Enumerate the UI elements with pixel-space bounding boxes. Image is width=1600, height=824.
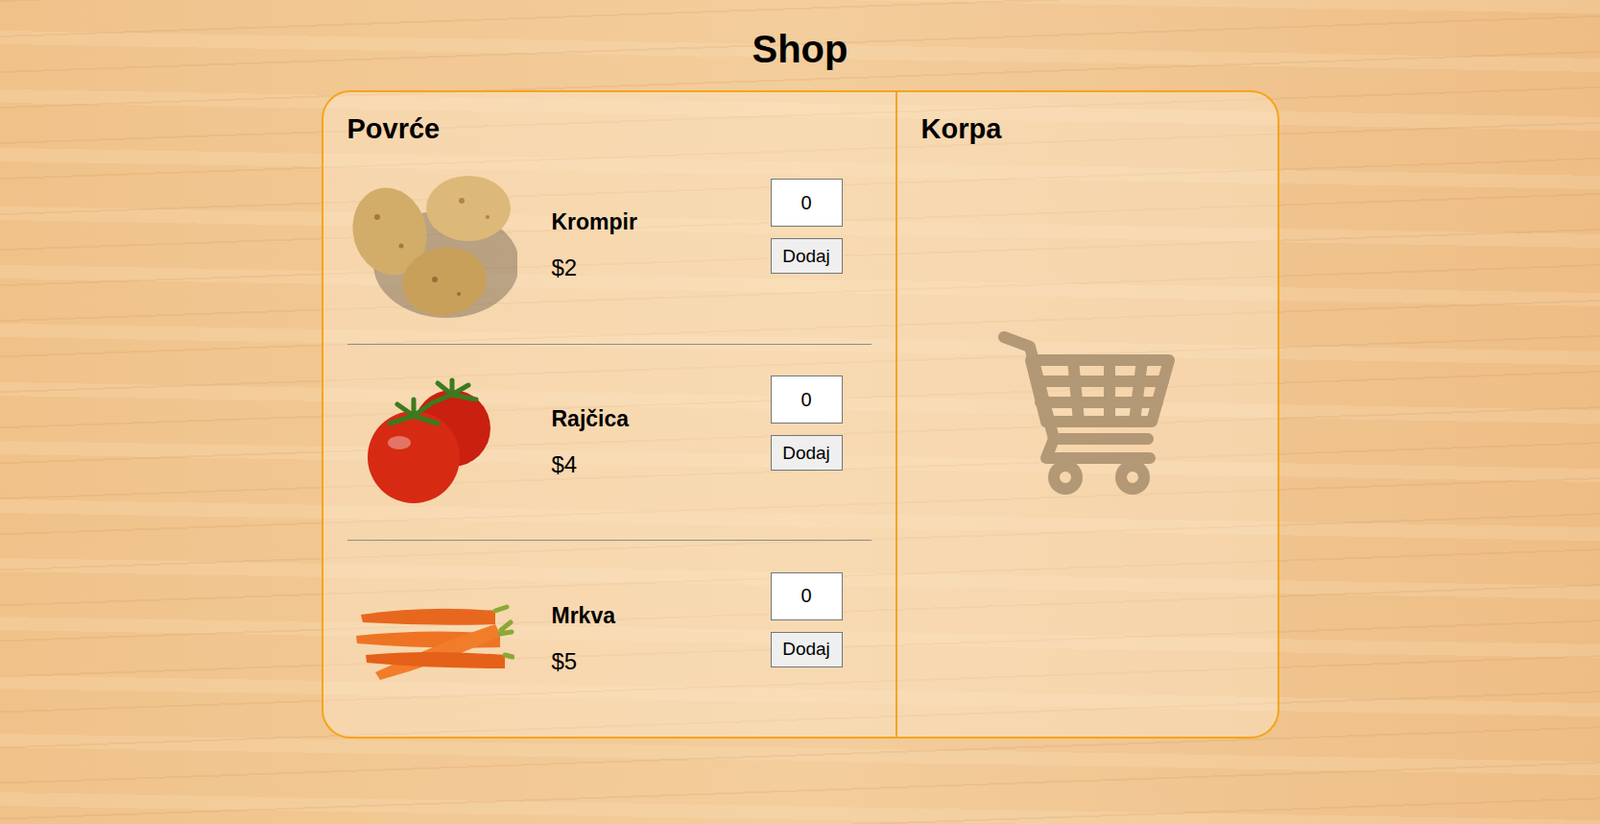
product-price: $2 [551,254,771,282]
product-name: Rajčica [551,405,771,432]
add-button[interactable]: Dodaj [770,238,843,274]
products-heading: Povrće [347,109,872,148]
product-info: Krompir $2 [551,209,771,282]
page-title: Shop [752,26,849,72]
product-name: Mrkva [551,602,771,629]
tomato-image [347,370,519,515]
add-button[interactable]: Dodaj [770,631,843,668]
product-price: $4 [551,451,771,478]
cart-area [921,147,1254,737]
product-row: Krompir $2Dodaj [347,147,872,345]
shop-panel: PovrćeKrompir$2DodajRajčica$4DodajMrkva$… [321,90,1280,739]
cart-heading: Korpa [921,109,1254,148]
product-price: $5 [551,647,771,675]
quantity-input[interactable] [770,178,843,227]
product-info: Rajčica $4 [551,405,771,478]
potato-image [347,173,519,318]
product-row: Mrkva $5Dodaj [347,540,872,737]
product-info: Mrkva $5 [551,602,771,675]
product-controls: Dodaj [770,375,843,471]
product-list: Krompir$2DodajRajčica$4DodajMrkva$5Dodaj [347,147,872,737]
product-controls: Dodaj [770,572,843,668]
quantity-input[interactable] [770,572,843,621]
add-button[interactable]: Dodaj [770,434,843,471]
product-name: Krompir [551,209,771,236]
carrot-image [347,566,519,711]
product-controls: Dodaj [770,178,843,274]
product-row: Rajčica $4Dodaj [347,344,872,542]
shopping-cart-icon [996,325,1179,502]
cart-panel: Korpa [897,92,1278,737]
products-panel: PovrćeKrompir$2DodajRajčica$4DodajMrkva$… [323,92,898,737]
quantity-input[interactable] [770,375,843,424]
